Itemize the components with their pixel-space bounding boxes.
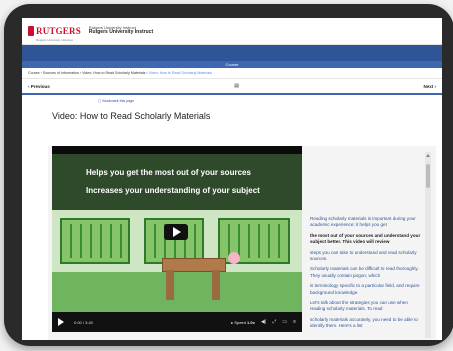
speed-control[interactable]: ▸ Speed 1.0x — [231, 320, 255, 325]
scroll-thumb[interactable] — [426, 164, 430, 188]
fullscreen-icon[interactable]: ⤢ — [272, 319, 276, 325]
rutgers-logo[interactable]: RUTGERS Rutgers University Libraries — [28, 21, 81, 42]
speed-value: 1.0x — [247, 319, 255, 325]
breadcrumb-item-video[interactable]: Video: How to Read Scholarly Materials — [82, 71, 145, 75]
next-label: Next — [423, 83, 434, 89]
bookshelf-left — [60, 218, 130, 264]
volume-icon[interactable]: ◀) — [261, 319, 267, 325]
transcript-line[interactable]: steps you can take to understand and rea… — [310, 250, 424, 263]
page-title: Video: How to Read Scholarly Materials — [52, 111, 211, 121]
transcript-line[interactable]: Scholarly materials can be difficult to … — [310, 266, 424, 279]
content-panel: Helps you get the most out of your sourc… — [48, 146, 436, 340]
transcript-line-active[interactable]: the most out of your sources and underst… — [310, 233, 424, 246]
person-illustration — [228, 252, 240, 264]
logo-shield-icon — [28, 26, 34, 36]
previous-button[interactable]: ‹ Previous — [28, 84, 50, 89]
logo-text: RUTGERS — [36, 25, 81, 36]
video-player[interactable]: Helps you get the most out of your sourc… — [52, 146, 302, 332]
brand-title: Rutgers University Instruct Rutgers Univ… — [88, 26, 154, 36]
video-caption-line1: Helps you get the most out of your sourc… — [86, 168, 251, 177]
screen: RUTGERS Rutgers University Libraries Rut… — [22, 18, 442, 340]
bookmark-label: Bookmark this page — [102, 99, 135, 103]
video-controls: 0:00 / 3:40 ▸ Speed 1.0x ◀) ⤢ ▭ ≡ — [52, 312, 302, 332]
tablet-frame: RUTGERS Rutgers University Libraries Rut… — [4, 4, 453, 346]
course-bar: Course — [22, 61, 442, 68]
top-bar: RUTGERS Rutgers University Libraries Rut… — [22, 18, 442, 45]
speed-label: Speed — [234, 319, 246, 325]
transcript-line[interactable]: Reading scholarly materials is important… — [310, 216, 424, 229]
previous-label: Previous — [30, 83, 50, 89]
course-label[interactable]: Course — [226, 62, 239, 67]
bookmark-link[interactable]: ▢ Bookmark this page — [98, 99, 442, 105]
cc-icon[interactable]: ▭ — [282, 319, 287, 325]
bookmark-icon: ▢ — [98, 99, 102, 103]
breadcrumb-item-sources[interactable]: Sources of Information — [43, 71, 79, 75]
transcript-line[interactable]: Let's talk about the strategies you can … — [310, 300, 424, 313]
transcript-toggle-icon[interactable]: ≡ — [293, 319, 296, 325]
play-control-icon[interactable] — [58, 318, 64, 326]
book-icon[interactable]: ▤ — [234, 83, 239, 89]
brand-line2: Rutgers University Instruct — [88, 29, 154, 36]
breadcrumb-item-course[interactable]: Course — [28, 71, 40, 75]
transcript-scrollbar[interactable] — [425, 152, 431, 338]
transcript-line[interactable]: scholarly materials accurately, you need… — [310, 317, 424, 330]
breadcrumb: Course › Sources of Information › Video:… — [22, 68, 442, 79]
desk-leg-left — [166, 270, 174, 300]
scroll-up-icon[interactable] — [426, 154, 430, 157]
video-frame: Helps you get the most out of your sourc… — [52, 154, 302, 312]
play-button[interactable] — [164, 224, 188, 240]
transcript-panel: Reading scholarly materials is important… — [310, 216, 424, 334]
breadcrumb-item-current: Video: How to Read Scholarly Materials — [148, 71, 212, 75]
play-icon — [173, 227, 181, 237]
transcript-line[interactable]: is terminology specific to a particular … — [310, 283, 424, 296]
video-caption-line2: Increases your understanding of your sub… — [86, 186, 260, 195]
video-time: 0:00 / 3:40 — [74, 319, 93, 325]
desk-leg-right — [212, 270, 220, 300]
floor — [52, 272, 302, 312]
logo-subtext: Rutgers University Libraries — [36, 37, 73, 42]
next-button[interactable]: Next › — [423, 84, 436, 89]
unit-pager: ‹ Previous ▤ Next › — [22, 79, 442, 95]
nav-band — [22, 45, 442, 61]
